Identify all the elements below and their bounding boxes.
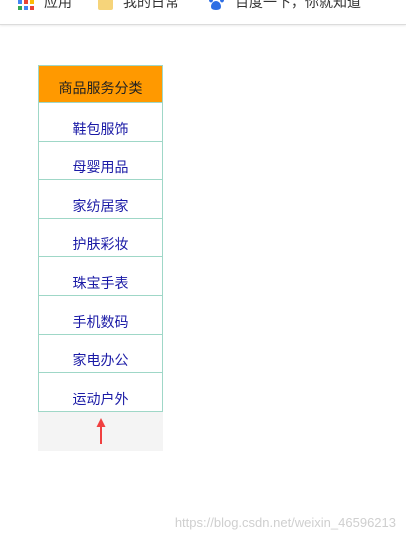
page: 应用 我的日常 百度一下，你就知道 商品服务分类 鞋包服饰 母婴用品 家纺居家 … [0, 0, 406, 540]
bookmarks-bar: 应用 我的日常 百度一下，你就知道 [0, 0, 406, 25]
watermark: https://blog.csdn.net/weixin_46596213 [174, 515, 396, 530]
category-panel: 商品服务分类 鞋包服饰 母婴用品 家纺居家 护肤彩妆 珠宝手表 手机数码 家电办… [38, 65, 163, 451]
category-item[interactable]: 家电办公 [38, 334, 163, 374]
bookmark-apps-label: 应用 [44, 0, 72, 11]
category-header: 商品服务分类 [38, 65, 163, 103]
bookmark-apps[interactable]: 应用 [18, 0, 72, 12]
category-list: 鞋包服饰 母婴用品 家纺居家 护肤彩妆 珠宝手表 手机数码 家电办公 运动户外 [38, 103, 163, 412]
folder-icon [98, 0, 113, 10]
category-item[interactable]: 运动户外 [38, 373, 163, 412]
category-item[interactable]: 家纺居家 [38, 180, 163, 219]
baidu-icon [209, 0, 224, 10]
category-item[interactable]: 手机数码 [38, 295, 163, 335]
category-item[interactable]: 母婴用品 [38, 141, 163, 181]
arrow-up-icon [96, 417, 106, 444]
back-to-top-button[interactable] [38, 411, 163, 451]
bookmark-baidu-label: 百度一下，你就知道 [235, 0, 361, 11]
category-item[interactable]: 珠宝手表 [38, 257, 163, 296]
bookmark-folder-diary[interactable]: 我的日常 [98, 0, 179, 12]
category-item[interactable]: 鞋包服饰 [38, 103, 163, 142]
apps-grid-icon [18, 0, 34, 10]
bookmark-baidu[interactable]: 百度一下，你就知道 [207, 0, 361, 12]
bookmark-diary-label: 我的日常 [123, 0, 179, 11]
category-item[interactable]: 护肤彩妆 [38, 218, 163, 258]
